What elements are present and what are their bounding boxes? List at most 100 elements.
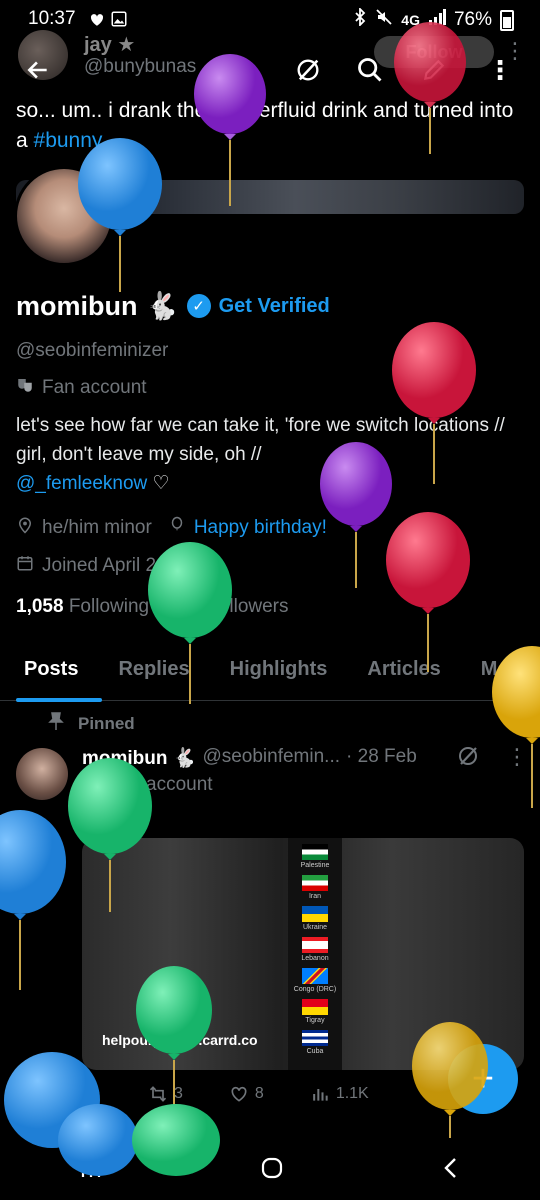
post-date: · 28 Feb (346, 746, 417, 767)
following-link[interactable]: 1,058 Following (16, 596, 149, 617)
profile-joined: Joined April 2024 (16, 554, 188, 578)
bio-heart: ♡ (152, 473, 170, 494)
get-verified-link[interactable]: Get Verified (219, 295, 330, 318)
flag-congo (302, 968, 328, 984)
following-count: 1,058 (16, 596, 64, 617)
profile-avatar[interactable] (14, 166, 114, 266)
more-icon[interactable]: ⋮ (478, 48, 522, 92)
repost-icon (149, 1086, 167, 1102)
post-avatar[interactable] (16, 748, 68, 800)
network-type: 4G (401, 12, 420, 28)
flag-palestine (302, 844, 328, 860)
category-label: Fan account (42, 377, 147, 398)
top-tweet-name: jay ★ (84, 34, 136, 56)
reply-icon (84, 1087, 100, 1103)
balloon-icon (168, 516, 186, 540)
battery-icon (500, 9, 514, 31)
bluetooth-icon (353, 6, 367, 32)
flag-label: Ukraine (302, 924, 328, 931)
flag-label: Palestine (300, 862, 330, 869)
repost-count: 3 (174, 1085, 183, 1102)
flag-label: Cuba (306, 1048, 324, 1055)
system-back-icon[interactable] (441, 1156, 461, 1185)
post-grok-icon[interactable] (456, 744, 480, 773)
balloon-blue-left (0, 810, 66, 990)
profile-category: Fan account (16, 376, 147, 400)
flag-label: Iran (308, 893, 322, 900)
compose-fab[interactable]: + (448, 1044, 518, 1114)
status-time: 10:37 (28, 8, 76, 29)
like-count: 8 (254, 1085, 264, 1102)
theater-masks-icon (16, 376, 34, 400)
recent-apps-icon[interactable] (79, 1157, 103, 1184)
bio-text: let's see how far we can take it, 'fore … (16, 415, 505, 465)
signal-icon (428, 9, 446, 31)
gallery-status-icon (110, 10, 128, 34)
flag-label: Congo (DRC) (293, 986, 337, 993)
post-header: momibun 🐇 @seobinfemin... · 28 Feb (82, 746, 417, 770)
flag-label: Lebanon (301, 955, 329, 962)
flag-tigray (302, 999, 328, 1015)
search-icon[interactable] (348, 48, 392, 92)
repost-button[interactable]: 3 (148, 1084, 183, 1104)
location-icon (16, 516, 34, 540)
profile-handle: @seobinfeminizer (16, 340, 169, 361)
compose-icon[interactable] (412, 48, 456, 92)
tab-posts[interactable]: Posts (0, 650, 103, 702)
followers-label: Followers (207, 596, 289, 617)
tab-replies[interactable]: Replies (94, 650, 205, 700)
home-icon[interactable] (260, 1156, 284, 1185)
verified-badge-icon[interactable]: ✓ (186, 294, 211, 318)
tab-highlights[interactable]: Highlights (206, 650, 344, 700)
post-category: Fan account (82, 774, 213, 798)
flag-lebanon (302, 937, 328, 953)
post-category-label: Fan account (108, 774, 213, 795)
following-label: Following (68, 596, 150, 617)
profile-tabs: Posts Replies Highlights Articles Media (0, 650, 540, 702)
mute-icon (375, 8, 393, 32)
birthday-link[interactable]: Happy birthday! (194, 517, 327, 539)
followers-link[interactable]: 523 Followers (170, 596, 288, 617)
flag-ukraine (302, 906, 328, 922)
post-author-handle: @seobinfemin... (202, 746, 341, 767)
post-actions: 3 8 1.1K (82, 1084, 502, 1104)
flag-label: Tigray (305, 1017, 325, 1024)
system-nav-bar (0, 1140, 540, 1200)
post-image[interactable]: Palestine Iran Ukraine Lebanon Congo (DR… (82, 838, 524, 1070)
tab-media[interactable]: Media (457, 650, 540, 700)
profile-name-row: momibun 🐇 ✓ Get Verified (16, 290, 330, 322)
post-theater-masks-icon (82, 774, 100, 798)
flag-iran (302, 875, 328, 891)
top-tweet-hashtag[interactable]: #bunny (34, 129, 103, 152)
pinned-label: Pinned (78, 713, 135, 733)
post-author-name[interactable]: momibun 🐇 (82, 746, 196, 770)
flag-cuba (302, 1030, 328, 1046)
grok-icon[interactable] (286, 48, 330, 92)
heart-status-icon (88, 10, 106, 34)
balloon-red-right (386, 512, 470, 672)
reply-button[interactable] (82, 1084, 102, 1104)
views-button[interactable]: 1.1K (310, 1084, 369, 1104)
like-button[interactable]: 8 (229, 1084, 264, 1104)
top-tweet-text: so... um.. i drank the genderfluid drink… (16, 96, 516, 156)
flag-list: Palestine Iran Ukraine Lebanon Congo (DR… (288, 838, 342, 1070)
views-icon (312, 1089, 328, 1101)
bio-mention[interactable]: @_femleeknow (16, 473, 147, 494)
joined-text: Joined April 2024 (42, 555, 188, 576)
pin-icon (48, 712, 64, 735)
tab-articles[interactable]: Articles (343, 650, 456, 700)
heart-icon (231, 1086, 247, 1102)
post-more-icon[interactable]: ⋮ (506, 744, 528, 770)
battery-percent: 76% (453, 9, 492, 30)
calendar-icon (16, 554, 34, 578)
profile-location: he/him minor (42, 517, 152, 538)
status-bar: 10:37 4G 76% (0, 0, 540, 40)
follow-counts: 1,058 Following 523 Followers (16, 596, 289, 618)
image-caption: helpourpeople.carrd.co (102, 1032, 258, 1048)
followers-count: 523 (170, 596, 202, 617)
top-tweet-handle: @bunybunas (84, 56, 197, 77)
profile-bio: let's see how far we can take it, 'fore … (16, 411, 516, 498)
pinned-indicator: Pinned (48, 712, 135, 735)
profile-name: momibun 🐇 (16, 291, 179, 321)
back-arrow-icon[interactable] (16, 48, 60, 92)
